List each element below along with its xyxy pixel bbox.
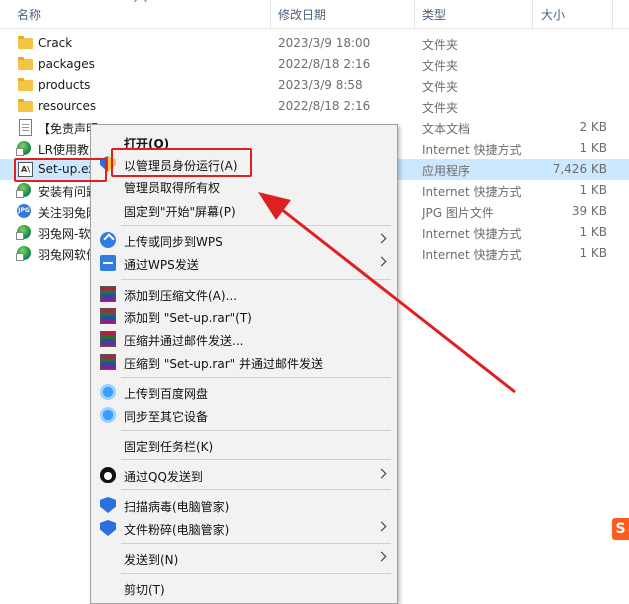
corner-logo: S <box>612 518 629 540</box>
annotation-arrow <box>258 192 516 394</box>
arrow-head <box>258 192 291 220</box>
arrow-shaft <box>275 203 516 394</box>
